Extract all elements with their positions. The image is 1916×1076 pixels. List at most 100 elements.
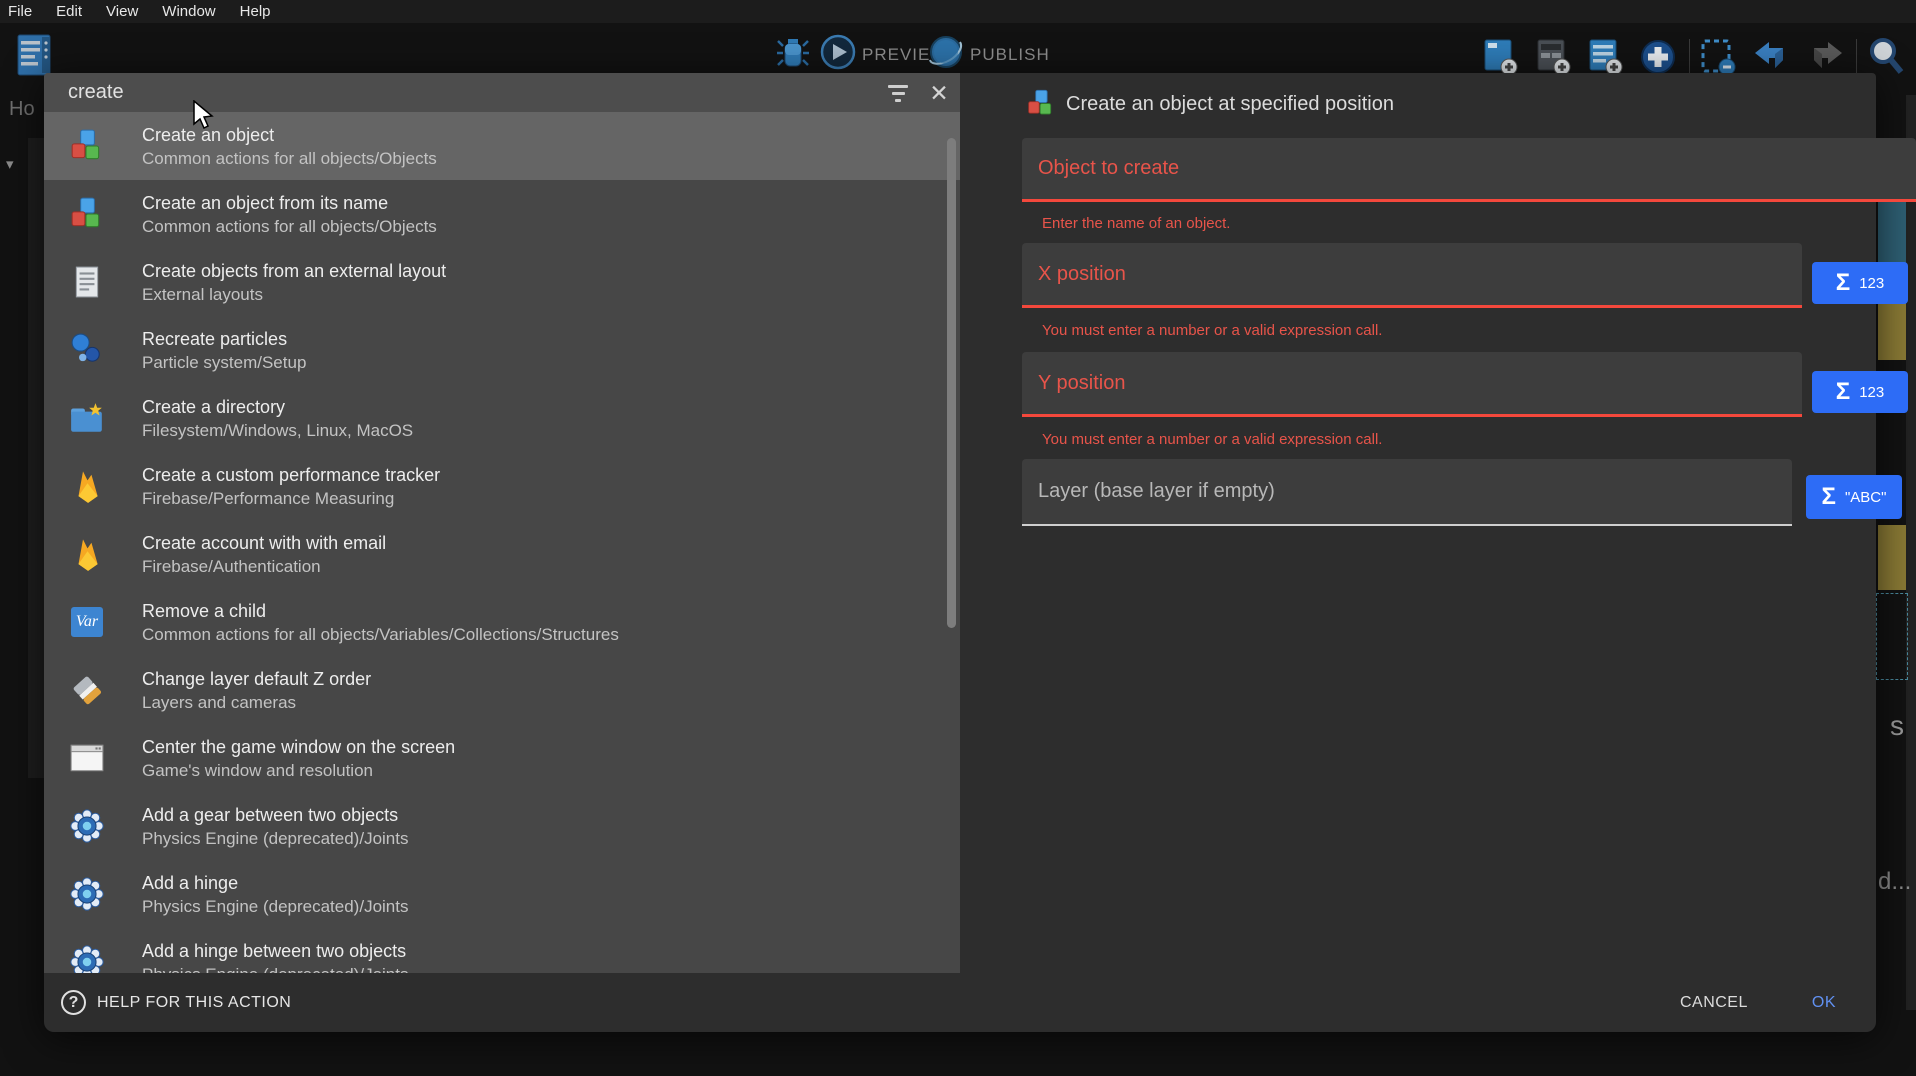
background-text-fragment: s	[1890, 710, 1904, 742]
sigma-icon: Σ	[1822, 483, 1836, 511]
preview-play-icon[interactable]	[820, 34, 856, 70]
gear-icon	[66, 942, 108, 973]
search-input[interactable]: create	[68, 73, 124, 112]
choose-action-dialog: create ✕ Create an object Common actions…	[44, 73, 1876, 1032]
menu-window[interactable]: Window	[150, 3, 227, 20]
search-bar: create ✕	[44, 73, 960, 112]
expression-type-label: 123	[1859, 384, 1884, 401]
action-category: Firebase/Authentication	[142, 556, 386, 577]
project-manager-icon[interactable]	[16, 33, 52, 77]
action-category: Particle system/Setup	[142, 352, 306, 373]
window-icon	[66, 738, 108, 778]
cubes-icon	[1026, 89, 1056, 118]
action-title: Remove a child	[142, 600, 619, 622]
add-event-icon[interactable]	[1588, 38, 1624, 76]
publish-button[interactable]: PUBLISH	[970, 45, 1050, 65]
gear-icon	[66, 806, 108, 846]
redo-icon[interactable]	[1806, 40, 1844, 74]
sigma-icon: Σ	[1836, 378, 1850, 406]
x-position-field[interactable]: X position	[1022, 243, 1802, 308]
field-placeholder: X position	[1038, 243, 1126, 305]
folder-icon	[66, 398, 108, 438]
action-title: Add a hinge	[142, 872, 408, 894]
particles-icon	[66, 330, 108, 370]
background-selection-outline	[1876, 593, 1908, 680]
list-item-add-hinge[interactable]: Add a hinge Physics Engine (deprecated)/…	[44, 860, 960, 928]
ok-button[interactable]: OK	[1812, 994, 1836, 1012]
list-item-create-from-name[interactable]: Create an object from its name Common ac…	[44, 180, 960, 248]
menu-file[interactable]: File	[0, 3, 44, 20]
list-item-external-layout[interactable]: Create objects from an external layout E…	[44, 248, 960, 316]
firebase-icon	[66, 534, 108, 574]
field-placeholder: Layer (base layer if empty)	[1038, 459, 1275, 524]
add-comment-icon[interactable]	[1639, 38, 1677, 76]
menu-edit[interactable]: Edit	[44, 3, 94, 20]
expression-type-label: "ABC"	[1845, 489, 1887, 506]
background-text-fragment: d...	[1878, 868, 1911, 896]
y-position-field[interactable]: Y position	[1022, 352, 1802, 417]
list-item-performance-tracker[interactable]: Create a custom performance tracker Fire…	[44, 452, 960, 520]
debug-icon[interactable]	[777, 36, 809, 70]
action-category: Common actions for all objects/Objects	[142, 216, 437, 237]
home-tab[interactable]: Ho	[9, 98, 35, 121]
gear-icon	[66, 874, 108, 914]
help-button[interactable]: ? HELP FOR THIS ACTION	[61, 990, 291, 1015]
action-title: Create objects from an external layout	[142, 260, 446, 282]
menu-help[interactable]: Help	[228, 3, 283, 20]
field-helper-text: Enter the name of an object.	[1042, 215, 1230, 232]
mouse-cursor	[192, 100, 214, 130]
undo-icon[interactable]	[1753, 40, 1791, 74]
action-category: Layers and cameras	[142, 692, 371, 713]
eraser-icon	[66, 670, 108, 710]
field-placeholder: Object to create	[1038, 138, 1179, 199]
action-search-panel: create ✕ Create an object Common actions…	[44, 73, 960, 973]
list-item-add-hinge-two-objects[interactable]: Add a hinge between two objects Physics …	[44, 928, 960, 973]
x-expression-button[interactable]: Σ 123	[1812, 262, 1908, 304]
list-item-add-gear[interactable]: Add a gear between two objects Physics E…	[44, 792, 960, 860]
action-category: Physics Engine (deprecated)/Joints	[142, 828, 408, 849]
sigma-icon: Σ	[1836, 269, 1850, 297]
list-item-create-account-email[interactable]: Create account with with email Firebase/…	[44, 520, 960, 588]
app-window: File Edit View Window Help	[0, 0, 1916, 1076]
action-title: Create an object from its name	[142, 192, 437, 214]
action-category: Game's window and resolution	[142, 760, 455, 781]
field-error-text: You must enter a number or a valid expre…	[1042, 431, 1382, 448]
background-object-olive	[1878, 525, 1906, 590]
list-item-create-directory[interactable]: Create a directory Filesystem/Windows, L…	[44, 384, 960, 452]
menu-view[interactable]: View	[94, 3, 150, 20]
chevron-down-icon[interactable]: ▾	[6, 155, 14, 173]
list-item-remove-a-child[interactable]: Var Remove a child Common actions for al…	[44, 588, 960, 656]
action-category: External layouts	[142, 284, 446, 305]
y-expression-button[interactable]: Σ 123	[1812, 371, 1908, 413]
action-category: Common actions for all objects/Variables…	[142, 624, 619, 645]
list-scrollbar-thumb[interactable]	[947, 138, 956, 628]
action-parameters-panel: Create an object at specified position O…	[960, 73, 1876, 973]
object-to-create-field[interactable]: Object to create	[1022, 138, 1916, 202]
layer-expression-button[interactable]: Σ "ABC"	[1806, 475, 1902, 519]
layer-field[interactable]: Layer (base layer if empty)	[1022, 459, 1792, 526]
expression-type-label: 123	[1859, 275, 1884, 292]
action-category: Firebase/Performance Measuring	[142, 488, 440, 509]
add-object-icon[interactable]	[1483, 38, 1519, 76]
publish-globe-icon[interactable]	[926, 34, 966, 70]
list-item-create-an-object[interactable]: Create an object Common actions for all …	[44, 112, 960, 180]
help-icon: ?	[61, 990, 86, 1015]
action-title: Create an object	[142, 124, 437, 146]
action-category: Physics Engine (deprecated)/Joints	[142, 964, 408, 974]
cubes-icon	[66, 194, 108, 234]
search-icon[interactable]	[1867, 36, 1905, 76]
close-icon[interactable]: ✕	[922, 76, 956, 110]
list-item-recreate-particles[interactable]: Recreate particles Particle system/Setup	[44, 316, 960, 384]
dialog-footer: ? HELP FOR THIS ACTION CANCEL OK	[44, 973, 1876, 1032]
action-title: Create a custom performance tracker	[142, 464, 440, 486]
list-item-layer-z-order[interactable]: Change layer default Z order Layers and …	[44, 656, 960, 724]
add-external-icon[interactable]	[1700, 38, 1738, 76]
add-group-icon[interactable]	[1536, 38, 1572, 76]
list-item-center-game-window[interactable]: Center the game window on the screen Gam…	[44, 724, 960, 792]
action-result-list: Create an object Common actions for all …	[44, 112, 960, 973]
action-title: Add a gear between two objects	[142, 804, 408, 826]
cancel-button[interactable]: CANCEL	[1680, 994, 1748, 1012]
filter-icon[interactable]	[884, 80, 912, 106]
action-title: Create account with with email	[142, 532, 386, 554]
firebase-icon	[66, 466, 108, 506]
